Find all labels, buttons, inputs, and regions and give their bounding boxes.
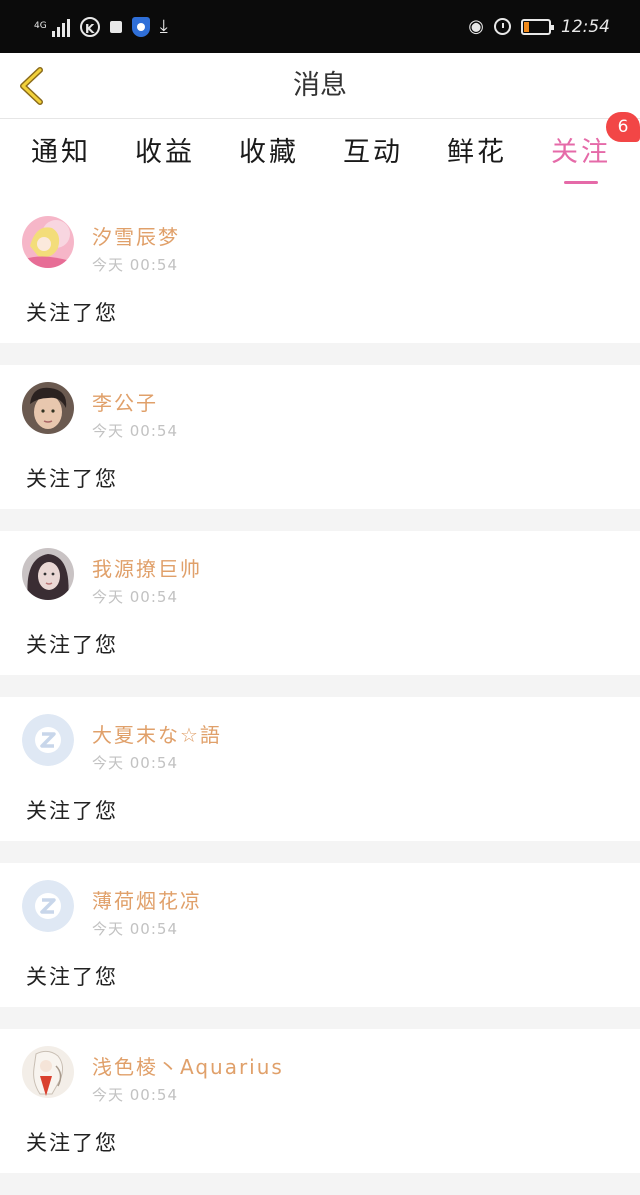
avatar[interactable] bbox=[22, 714, 74, 766]
tab-label: 收益 bbox=[135, 137, 195, 168]
download-icon: ⤓ bbox=[159, 15, 168, 37]
list-item[interactable]: 薄荷烟花凉 今天 00:54 关注了您 bbox=[0, 863, 640, 1007]
action-text: 关注了您 bbox=[26, 965, 118, 989]
page-title: 消息 bbox=[293, 70, 347, 101]
timestamp: 今天 00:54 bbox=[92, 422, 178, 440]
list-item[interactable]: 我源撩巨帅 今天 00:54 关注了您 bbox=[0, 531, 640, 675]
signal-icon: 4G bbox=[34, 17, 70, 37]
tab-label: 收藏 bbox=[239, 137, 299, 168]
user-name[interactable]: 大夏末な☆語 bbox=[92, 719, 222, 748]
tab-earnings[interactable]: 收益 bbox=[120, 133, 210, 187]
alarm-icon bbox=[494, 18, 511, 35]
user-name[interactable]: 我源撩巨帅 bbox=[92, 553, 202, 582]
action-text: 关注了您 bbox=[26, 301, 118, 325]
avatar[interactable] bbox=[22, 880, 74, 932]
avatar[interactable] bbox=[22, 216, 74, 268]
avatar[interactable] bbox=[22, 382, 74, 434]
action-text: 关注了您 bbox=[26, 633, 118, 657]
tab-favorites[interactable]: 收藏 bbox=[224, 133, 314, 187]
tab-follow[interactable]: 关注 bbox=[536, 133, 626, 187]
tab-underline bbox=[564, 181, 598, 184]
shield-icon bbox=[131, 16, 150, 37]
list-item[interactable]: 浅色棱丶Aquarius 今天 00:54 关注了您 bbox=[0, 1029, 640, 1173]
user-name[interactable]: 浅色棱丶Aquarius bbox=[92, 1051, 284, 1080]
status-time: 12:54 bbox=[561, 16, 610, 37]
sim-icon bbox=[109, 20, 122, 33]
list-item[interactable]: 大夏末な☆語 今天 00:54 关注了您 bbox=[0, 697, 640, 841]
timestamp: 今天 00:54 bbox=[92, 1086, 178, 1104]
k-app-icon: K bbox=[79, 16, 100, 37]
status-bar: 4G K ⤓ ◉ 12:54 bbox=[0, 0, 640, 53]
tab-interact[interactable]: 互动 bbox=[328, 133, 418, 187]
status-right: ◉ 12:54 bbox=[468, 16, 610, 37]
eye-icon: ◉ bbox=[468, 16, 484, 37]
user-name[interactable]: 薄荷烟花凉 bbox=[92, 885, 202, 914]
timestamp: 今天 00:54 bbox=[92, 588, 178, 606]
app-header: 消息 bbox=[0, 53, 640, 119]
tab-label: 通知 bbox=[31, 137, 91, 168]
avatar[interactable] bbox=[22, 548, 74, 600]
tab-label: 鲜花 bbox=[447, 137, 507, 168]
battery-icon bbox=[521, 18, 554, 35]
action-text: 关注了您 bbox=[26, 799, 118, 823]
tab-notify[interactable]: 通知 bbox=[16, 133, 106, 187]
tab-label: 互动 bbox=[343, 137, 403, 168]
notification-list: 汐雪辰梦 今天 00:54 关注了您 李公子 今天 00:54 关注了您 我源撩… bbox=[0, 199, 640, 1195]
tab-bar: 通知 收益 收藏 互动 鲜花 关注 6 bbox=[0, 112, 640, 199]
avatar[interactable] bbox=[22, 1046, 74, 1098]
unread-badge: 6 bbox=[606, 112, 640, 142]
user-name[interactable]: 李公子 bbox=[92, 387, 158, 416]
list-item[interactable]: 李公子 今天 00:54 关注了您 bbox=[0, 365, 640, 509]
network-type: 4G bbox=[34, 21, 47, 31]
status-left: 4G K ⤓ bbox=[34, 15, 168, 37]
timestamp: 今天 00:54 bbox=[92, 754, 178, 772]
timestamp: 今天 00:54 bbox=[92, 256, 178, 274]
tab-flowers[interactable]: 鲜花 bbox=[432, 133, 522, 187]
timestamp: 今天 00:54 bbox=[92, 920, 178, 938]
action-text: 关注了您 bbox=[26, 1131, 118, 1155]
action-text: 关注了您 bbox=[26, 467, 118, 491]
list-item[interactable]: 汐雪辰梦 今天 00:54 关注了您 bbox=[0, 199, 640, 343]
user-name[interactable]: 汐雪辰梦 bbox=[92, 221, 180, 250]
tab-label: 关注 bbox=[551, 137, 611, 168]
